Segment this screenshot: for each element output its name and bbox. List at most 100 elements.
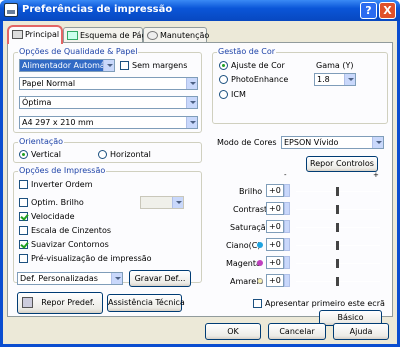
media-type-select[interactable]: Papel Normal — [19, 77, 198, 90]
grayscale-label: Escala de Cinzentos — [31, 226, 112, 235]
horizontal-label: Horizontal — [110, 150, 151, 159]
contrast-value[interactable]: +0 — [266, 202, 284, 215]
brightness-opt-checkbox[interactable] — [19, 198, 28, 207]
tab-principal-label: Principal — [25, 30, 60, 39]
reset-defaults-button[interactable]: Repor Predef. — [17, 292, 103, 314]
brightness-opt-select[interactable] — [140, 196, 184, 209]
horizontal-radio[interactable] — [98, 150, 107, 159]
technical-support-button[interactable]: Assistência Técnica — [107, 294, 185, 312]
chevron-down-icon — [372, 137, 383, 148]
yellow-value[interactable]: +0 — [266, 274, 284, 287]
ok-button[interactable]: OK — [205, 323, 261, 340]
presets-value: Def. Personalizadas — [20, 274, 98, 283]
speed-checkbox[interactable] — [19, 212, 28, 221]
scale-plus: + — [373, 171, 379, 179]
print-preview-checkbox[interactable] — [19, 254, 28, 263]
paper-source-select[interactable]: Alimentador Automático — [19, 59, 115, 72]
brightness-spinner[interactable] — [284, 184, 290, 197]
chevron-down-icon — [186, 117, 197, 128]
photoenhance-label: PhotoEnhance — [231, 75, 289, 84]
smooth-edges-checkbox[interactable] — [19, 240, 28, 249]
contrast-thumb[interactable] — [336, 205, 339, 214]
gamma-label: Gama (Y) — [316, 61, 354, 70]
tab-layout[interactable]: Esquema de Página — [63, 27, 159, 43]
quality-select[interactable]: Óptima — [19, 96, 198, 109]
help-title-button[interactable]: ? — [360, 2, 377, 19]
paper-source-value: Alimentador Automático — [22, 61, 115, 70]
tab-principal[interactable]: Principal — [7, 25, 63, 44]
icm-radio[interactable] — [219, 90, 228, 99]
grayscale-checkbox[interactable] — [19, 226, 28, 235]
printer-tab-icon — [12, 30, 23, 39]
cyan-thumb[interactable] — [336, 241, 339, 250]
saturation-value[interactable]: +0 — [266, 220, 284, 233]
reset-defaults-label: Repor Predef. — [41, 298, 95, 307]
yellow-dot-icon — [257, 278, 263, 284]
yellow-spinner[interactable] — [284, 274, 290, 287]
color-mode-value: EPSON Vívido — [284, 138, 339, 147]
magenta-spinner[interactable] — [284, 256, 290, 269]
title-bar: Preferências de impressão ? X — [0, 0, 400, 21]
cancel-button[interactable]: Cancelar — [268, 323, 326, 340]
chevron-down-icon — [344, 74, 355, 85]
brightness-thumb[interactable] — [336, 187, 339, 196]
vertical-label: Vertical — [31, 150, 61, 159]
print-preview-label: Pré-visualização de impressão — [31, 254, 152, 263]
cyan-value[interactable]: +0 — [266, 238, 284, 251]
magenta-label: Magenta — [226, 259, 261, 268]
help-button[interactable]: Ajuda — [333, 323, 389, 340]
cyan-label: Ciano(C) — [226, 241, 261, 250]
maintenance-tab-icon — [147, 31, 158, 40]
printer-reset-icon — [22, 297, 33, 308]
magenta-thumb[interactable] — [336, 259, 339, 268]
chevron-down-icon — [111, 273, 122, 284]
media-type-value: Papel Normal — [22, 79, 76, 88]
save-settings-button[interactable]: Gravar Def... — [129, 270, 191, 287]
cyan-dot-icon — [257, 242, 263, 248]
icm-label: ICM — [231, 90, 246, 99]
quality-legend: Opções de Qualidade & Papel — [18, 47, 139, 56]
color-mode-label: Modo de Cores — [217, 138, 277, 147]
brightness-label: Brilho — [239, 187, 263, 196]
tab-panel: Opções de Qualidade & Papel Alimentador … — [7, 42, 393, 326]
borderless-checkbox[interactable] — [120, 61, 129, 70]
print-options-legend: Opções de Impressão — [18, 166, 107, 175]
paper-size-value: A4 297 x 210 mm — [22, 118, 94, 127]
saturation-thumb[interactable] — [336, 223, 339, 232]
close-button[interactable]: X — [379, 2, 396, 19]
reset-controls-button[interactable]: Repor Controlos — [306, 156, 378, 172]
gamma-value: 1.8 — [317, 75, 330, 84]
tab-maintenance-label: Manutenção — [160, 31, 210, 40]
speed-label: Velocidade — [31, 212, 75, 221]
gamma-select[interactable]: 1.8 — [314, 73, 356, 86]
dialog-body: Principal Esquema de Página Manutenção O… — [3, 21, 397, 344]
layout-tab-icon — [67, 31, 78, 40]
brightness-value[interactable]: +0 — [266, 184, 284, 197]
chevron-down-icon — [172, 197, 183, 208]
color-mode-select[interactable]: EPSON Vívido — [281, 136, 384, 149]
tab-maintenance[interactable]: Manutenção — [143, 27, 210, 43]
show-first-checkbox[interactable] — [253, 299, 262, 308]
color-adjust-radio[interactable] — [219, 61, 228, 70]
yellow-thumb[interactable] — [336, 277, 339, 286]
saturation-spinner[interactable] — [284, 220, 290, 233]
paper-size-select[interactable]: A4 297 x 210 mm — [19, 116, 198, 129]
printer-icon — [4, 3, 18, 17]
reverse-order-label: Inverter Ordem — [31, 180, 93, 189]
cyan-spinner[interactable] — [284, 238, 290, 251]
color-adjust-label: Ajuste de Cor — [231, 61, 285, 70]
scale-minus: - — [284, 171, 287, 179]
quality-value: Óptima — [22, 98, 52, 107]
photoenhance-radio[interactable] — [219, 75, 228, 84]
chevron-down-icon — [186, 78, 197, 89]
magenta-value[interactable]: +0 — [266, 256, 284, 269]
chevron-down-icon — [103, 60, 114, 71]
contrast-spinner[interactable] — [284, 202, 290, 215]
presets-select[interactable]: Def. Personalizadas — [17, 272, 123, 285]
vertical-radio[interactable] — [19, 150, 28, 159]
chevron-down-icon — [186, 97, 197, 108]
reverse-order-checkbox[interactable] — [19, 180, 28, 189]
color-legend: Gestão de Cor — [217, 47, 277, 56]
orientation-legend: Orientação — [18, 137, 65, 146]
brightness-opt-label: Optim. Brilho — [31, 198, 84, 207]
